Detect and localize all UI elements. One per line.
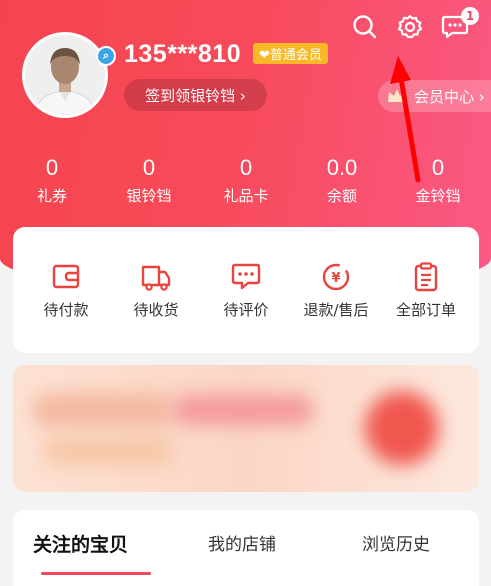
stat-coupons[interactable]: 0 礼券 xyxy=(12,155,92,206)
settings-icon[interactable] xyxy=(395,12,425,42)
member-center-button[interactable]: 会员中心 › xyxy=(378,80,491,112)
stat-value: 0 xyxy=(45,155,59,180)
order-label: 全部订单 xyxy=(395,301,456,319)
order-label: 退款/售后 xyxy=(303,301,369,319)
active-tab-indicator xyxy=(41,572,151,575)
stat-label: 礼品卡 xyxy=(223,187,269,205)
order-to-receive[interactable]: 待收货 xyxy=(111,261,201,320)
member-level-badge: ❤普通会员 xyxy=(253,43,328,64)
order-list-icon xyxy=(414,262,438,292)
user-phone: 135***810 xyxy=(124,40,242,68)
order-to-review[interactable]: 待评价 xyxy=(201,261,291,320)
stat-value: 0.0 xyxy=(326,155,358,180)
truck-icon xyxy=(141,265,171,291)
crown-icon xyxy=(388,89,406,102)
stat-gold-bells[interactable]: 0 金铃铛 xyxy=(398,155,478,206)
content-tabs: 关注的宝贝 我的店铺 浏览历史 xyxy=(13,510,479,586)
avatar[interactable] xyxy=(22,32,108,118)
comment-icon xyxy=(231,263,261,290)
svg-text:¥: ¥ xyxy=(331,271,340,286)
order-label: 待付款 xyxy=(43,301,89,319)
promo-banner[interactable] xyxy=(13,365,479,492)
order-label: 待评价 xyxy=(223,301,269,319)
search-icon[interactable] xyxy=(350,12,380,42)
stat-value: 0 xyxy=(142,155,156,180)
member-center-label: 会员中心 › xyxy=(414,87,485,106)
wallet-icon xyxy=(52,264,80,289)
tab-my-stores[interactable]: 我的店铺 xyxy=(208,530,276,555)
stat-silver-bells[interactable]: 0 银铃铛 xyxy=(109,155,189,206)
tab-followed-items[interactable]: 关注的宝贝 xyxy=(33,530,128,557)
stat-label: 银铃铛 xyxy=(126,187,172,205)
stat-value: 0 xyxy=(431,155,445,180)
order-all[interactable]: 全部订单 xyxy=(381,261,471,320)
message-badge: 1 xyxy=(461,7,479,25)
stats-row: 0 礼券 0 银铃铛 0 礼品卡 0.0 余额 0 金铃铛 xyxy=(0,155,491,215)
verify-icon: ⌕ xyxy=(96,46,116,66)
order-refund[interactable]: ¥ 退款/售后 xyxy=(291,261,381,320)
order-pending-payment[interactable]: 待付款 xyxy=(21,261,111,320)
refund-icon: ¥ xyxy=(322,263,350,291)
order-shortcuts-card: 待付款 待收货 待评价 ¥ 退款/售后 全部订单 xyxy=(13,227,479,353)
tab-browse-history[interactable]: 浏览历史 xyxy=(362,530,430,555)
stat-label: 余额 xyxy=(326,187,357,205)
stat-gift-cards[interactable]: 0 礼品卡 xyxy=(206,155,286,206)
order-label: 待收货 xyxy=(133,301,179,319)
stat-balance[interactable]: 0.0 余额 xyxy=(302,155,382,206)
stat-label: 金铃铛 xyxy=(415,187,461,205)
stat-label: 礼券 xyxy=(36,187,67,205)
checkin-button[interactable]: 签到领银铃铛 › xyxy=(124,79,267,111)
stat-value: 0 xyxy=(239,155,253,180)
